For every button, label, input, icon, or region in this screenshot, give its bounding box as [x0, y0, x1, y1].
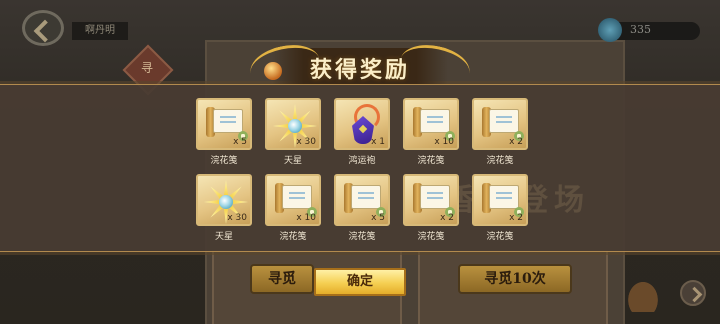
reward-title: 获得奖励 — [309, 57, 410, 83]
reward-name: 浣花笺 — [417, 232, 445, 242]
back-arrow-icon[interactable] — [22, 10, 64, 46]
reward-count: x 10 — [434, 137, 454, 147]
reward-count: x 1 — [371, 137, 385, 147]
reward-name: 天星 — [214, 232, 233, 242]
reward-name: 浣花笺 — [486, 232, 514, 242]
reward-item[interactable]: x 5 浣花笺 — [196, 98, 252, 170]
reward-tile: x 2 — [403, 174, 459, 226]
scroll-icon — [206, 107, 248, 141]
confirm-button[interactable]: 确定 — [314, 268, 406, 296]
side-tab-label: 寻 — [141, 61, 154, 75]
reward-count: x 10 — [296, 213, 316, 223]
seek-once-button[interactable]: 寻觅 — [250, 264, 314, 294]
reward-item[interactable]: x 2 浣花笺 — [403, 174, 459, 246]
reward-tile: x 5 — [196, 98, 252, 150]
reward-count: x 30 — [296, 137, 316, 147]
reward-name: 浣花笺 — [348, 232, 376, 242]
scroll-icon — [275, 183, 317, 217]
scroll-icon — [413, 183, 455, 217]
reward-tile: x 10 — [403, 98, 459, 150]
reward-tile: x 5 — [334, 174, 390, 226]
next-arrow-icon[interactable] — [680, 280, 706, 306]
reward-title-plate: 获得奖励 — [246, 39, 474, 93]
reward-tile: x 30 — [265, 98, 321, 150]
reward-item[interactable]: x 1 鸿运袍 — [334, 98, 390, 170]
reward-item[interactable]: x 5 浣花笺 — [334, 174, 390, 246]
reward-count: x 5 — [371, 213, 385, 223]
reward-item[interactable]: x 10 浣花笺 — [403, 98, 459, 170]
scroll-icon — [413, 107, 455, 141]
boat-icon[interactable] — [620, 272, 666, 312]
reward-item[interactable]: x 2 浣花笺 — [472, 98, 528, 170]
reward-count: x 30 — [227, 213, 247, 223]
seek-ten-button[interactable]: 寻觅10次 — [458, 264, 572, 294]
currency-value: 335 — [630, 23, 651, 36]
scroll-icon — [344, 183, 386, 217]
reward-count: x 2 — [440, 213, 454, 223]
reward-count: x 2 — [509, 137, 523, 147]
player-name-tag: 啊丹明 — [72, 22, 128, 40]
reward-name: 浣花笺 — [417, 156, 445, 166]
currency-orb-icon — [598, 18, 622, 42]
reward-tile: x 1 — [334, 98, 390, 150]
reward-item[interactable]: x 10 浣花笺 — [265, 174, 321, 246]
reward-count: x 2 — [509, 213, 523, 223]
reward-tile: x 2 — [472, 98, 528, 150]
reward-tile: x 30 — [196, 174, 252, 226]
reward-name: 鸿运袍 — [348, 156, 376, 166]
reward-name: 浣花笺 — [279, 232, 307, 242]
reward-tile: x 10 — [265, 174, 321, 226]
reward-count: x 5 — [233, 137, 247, 147]
reward-item[interactable]: x 30 天星 — [265, 98, 321, 170]
reward-name: 浣花笺 — [486, 156, 514, 166]
reward-name: 天星 — [283, 156, 302, 166]
reward-tile: x 2 — [472, 174, 528, 226]
scroll-icon — [482, 107, 524, 141]
reward-item[interactable]: x 2 浣花笺 — [472, 174, 528, 246]
reward-item[interactable]: x 30 天星 — [196, 174, 252, 246]
scroll-icon — [482, 183, 524, 217]
reward-name: 浣花笺 — [210, 156, 238, 166]
